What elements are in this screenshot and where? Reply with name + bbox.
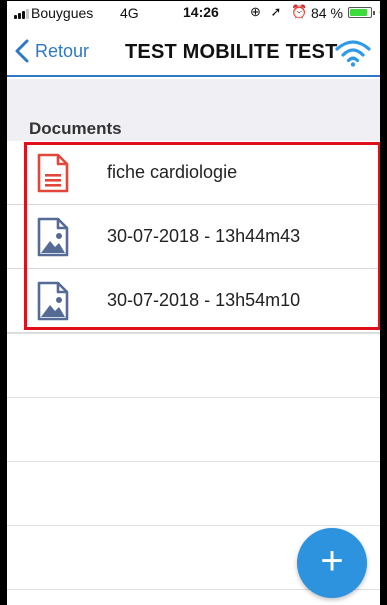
navigation-bar: Retour TEST MOBILITE TEST (7, 25, 380, 77)
back-button[interactable]: Retour (13, 39, 89, 63)
row-divider (7, 525, 380, 526)
pdf-document-icon (37, 153, 69, 192)
document-label: 30-07-2018 - 13h54m10 (107, 290, 301, 310)
back-label: Retour (35, 40, 90, 61)
document-label: fiche cardiologie (107, 162, 238, 182)
carrier-name: Bouygues (31, 5, 94, 21)
wifi-icon[interactable] (334, 39, 372, 67)
add-document-button[interactable]: + (297, 528, 367, 598)
status-icons: ⊕ ➚ ⏰ (250, 4, 311, 19)
row-divider (7, 461, 380, 462)
document-item-image-2[interactable]: 30-07-2018 - 13h54m10 (7, 269, 380, 333)
chevron-left-icon (15, 39, 29, 63)
battery-icon (348, 7, 375, 18)
document-label: 30-07-2018 - 13h44m43 (107, 226, 301, 246)
add-icon: + (320, 539, 344, 583)
documents-list: fiche cardiologie 30-07-2018 - 13h44m43 (7, 141, 380, 333)
document-item-fiche-cardiologie[interactable]: fiche cardiologie (7, 141, 380, 205)
phone-screen: Bouygues 4G 14:26 ⊕ ➚ ⏰ 84 % ⚡ Retour TE… (0, 0, 387, 605)
row-divider (7, 333, 380, 334)
signal-strength-icon (14, 9, 29, 19)
charging-icon: ⚡ (376, 5, 380, 19)
status-time: 14:26 (183, 4, 219, 20)
page-title: TEST MOBILITE TEST (125, 41, 338, 63)
section-title-documents: Documents (29, 119, 122, 138)
battery-percentage: 84 % (311, 5, 343, 21)
image-document-icon (37, 217, 69, 256)
network-type: 4G (120, 5, 139, 21)
documents-screen: Documents fiche cardiologie 30-07-2018 -… (7, 79, 380, 605)
row-divider (7, 397, 380, 398)
document-item-image-1[interactable]: 30-07-2018 - 13h44m43 (7, 205, 380, 269)
image-document-icon (37, 281, 69, 320)
status-bar: Bouygues 4G 14:26 ⊕ ➚ ⏰ 84 % ⚡ (7, 1, 380, 25)
